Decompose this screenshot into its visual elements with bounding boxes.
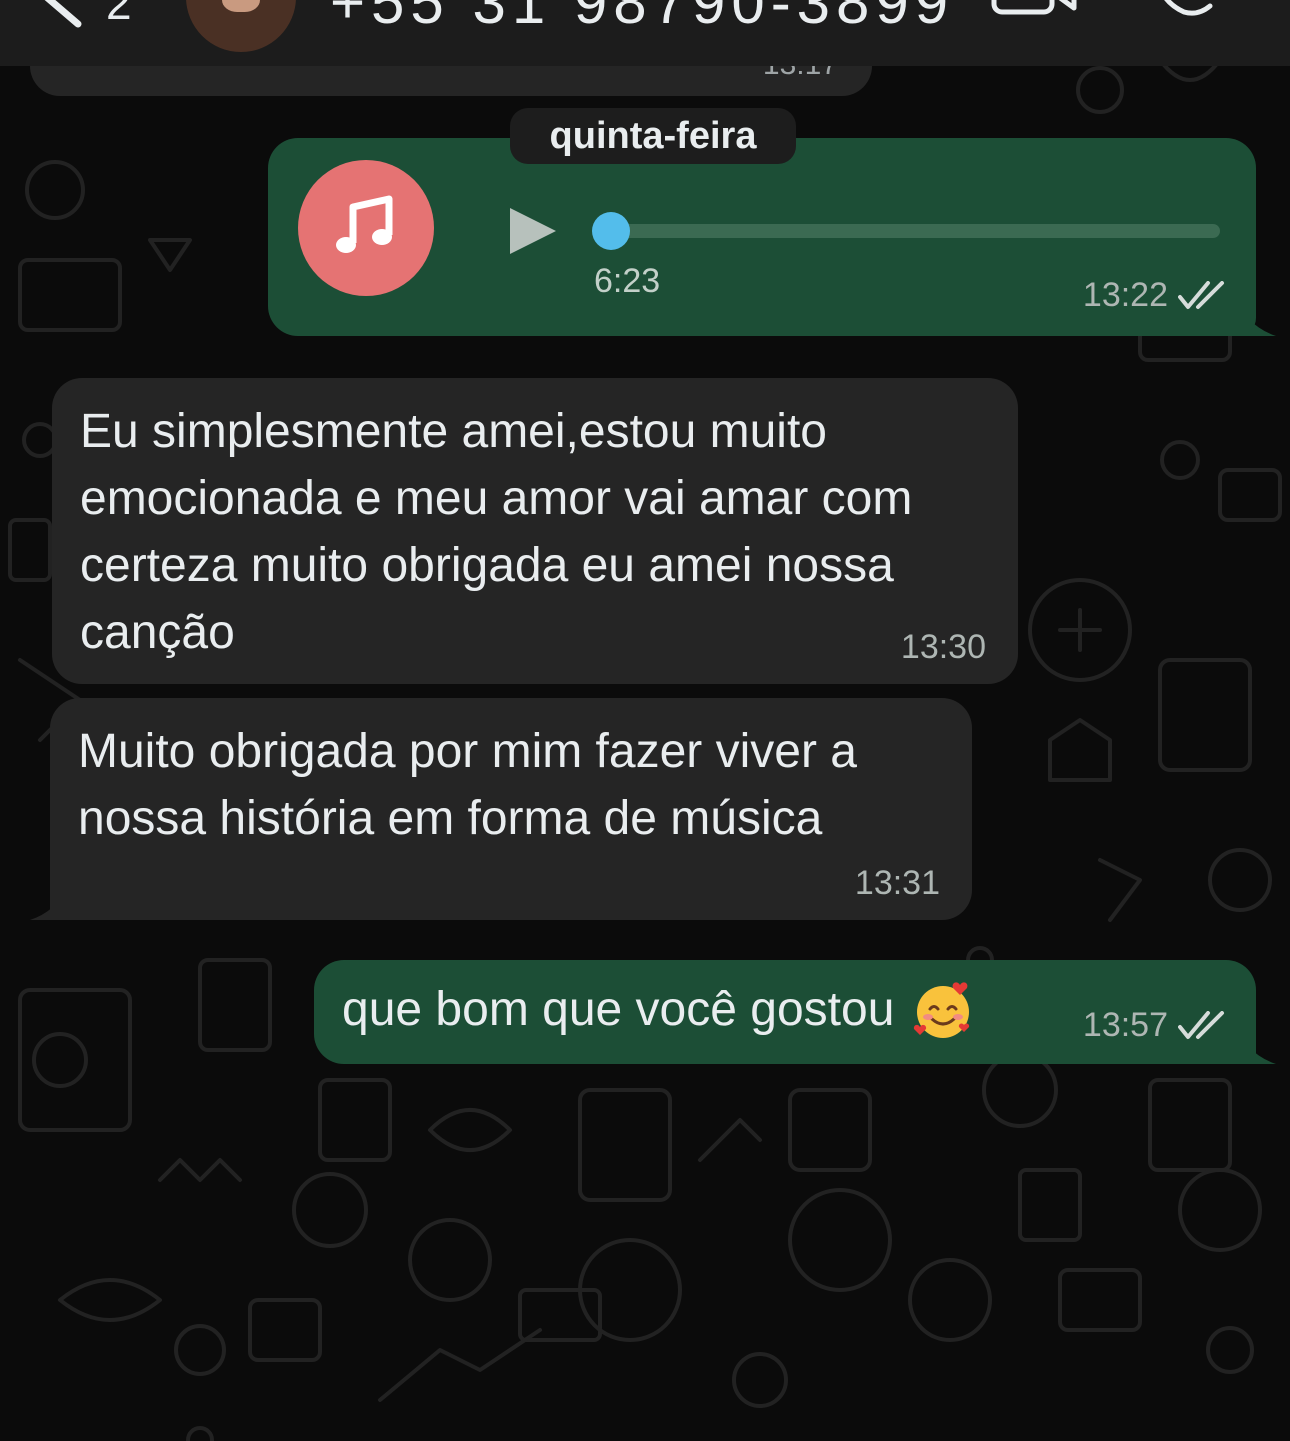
date-separator: quinta-feira (510, 108, 796, 164)
incoming-message-bubble[interactable]: Muito obrigada por mim fazer viver a nos… (50, 698, 972, 920)
message-text: Muito obrigada por mim fazer viver a nos… (78, 725, 857, 845)
audio-message-bubble[interactable]: 6:23 13:22 (268, 138, 1256, 336)
unread-count[interactable]: 2 (106, 0, 132, 30)
message-time-row: 13:57 (1083, 1006, 1226, 1045)
phone-call-icon[interactable] (1150, 0, 1220, 32)
video-call-icon[interactable] (990, 0, 1080, 28)
audio-duration: 6:23 (594, 262, 661, 300)
avatar[interactable] (186, 0, 296, 52)
audio-progress-knob[interactable] (592, 212, 630, 250)
read-checkmarks-icon (1178, 1010, 1224, 1039)
message-time-row: 13:22 (1083, 276, 1226, 315)
message-time: 13:30 (900, 628, 986, 666)
audio-progress-track[interactable] (610, 224, 1220, 238)
avatar-photo (222, 0, 260, 12)
message-time: 13:57 (1082, 1006, 1168, 1044)
smiling-face-with-hearts-emoji-icon (914, 981, 970, 1038)
outgoing-message-bubble[interactable]: que bom que você gostou 13:57 (314, 960, 1256, 1064)
message-time: 13:31 (854, 864, 940, 902)
read-checkmarks-icon (1178, 280, 1224, 309)
back-chevron-icon[interactable] (38, 0, 88, 30)
chat-header: 2 +55 31 98790-3899 (0, 0, 1290, 66)
audio-thumbnail (298, 160, 434, 296)
message-content: que bom que você gostou (342, 976, 974, 1043)
incoming-message-bubble[interactable]: Eu simplesmente amei,estou muito emocion… (52, 378, 1018, 684)
contact-name[interactable]: +55 31 98790-3899 (330, 0, 954, 37)
message-text: Eu simplesmente amei,estou muito emocion… (80, 405, 913, 659)
play-icon[interactable] (508, 206, 558, 256)
music-note-icon (336, 195, 393, 253)
message-text: que bom que você gostou (342, 983, 895, 1036)
message-time: 13:22 (1082, 276, 1168, 314)
